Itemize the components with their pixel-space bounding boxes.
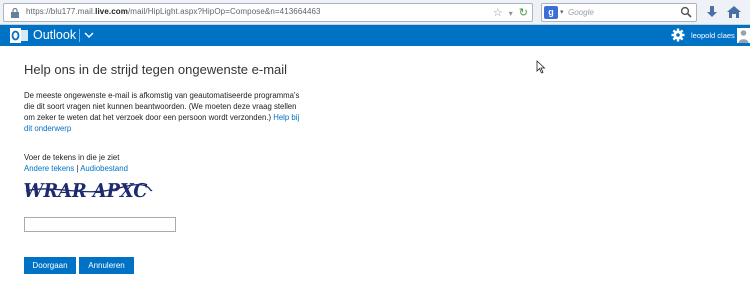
captcha-options: Andere tekens | Audiobestand [24, 164, 128, 173]
captcha-image: WRAR APXC [24, 179, 153, 202]
header-divider [79, 29, 80, 42]
intro-text: De meeste ongewenste e-mail is afkomstig… [24, 90, 304, 134]
url-text: https://blu177.mail.live.com/mail/HipLig… [26, 7, 321, 16]
google-icon[interactable]: g [544, 6, 558, 19]
avatar[interactable] [737, 28, 750, 43]
search-placeholder: Google [568, 8, 594, 17]
lock-icon [11, 7, 19, 18]
search-icon[interactable] [680, 6, 692, 18]
captcha-input[interactable] [24, 217, 176, 232]
url-actions: ☆ ▾ ↻ [490, 6, 528, 19]
outlook-header: Outlook leopold claes [0, 25, 750, 46]
download-icon[interactable] [704, 4, 720, 20]
other-characters-link[interactable]: Andere tekens [24, 164, 74, 173]
intro-body: De meeste ongewenste e-mail is afkomstig… [24, 91, 300, 122]
bookmark-star-icon[interactable]: ☆ [493, 7, 503, 19]
captcha-prompt: Voer de tekens in die je ziet [24, 153, 120, 162]
url-domain: live.com [95, 7, 128, 16]
address-bar[interactable]: https://blu177.mail.live.com/mail/HipLig… [3, 3, 533, 22]
search-bar[interactable]: g ▾ Google [541, 3, 697, 22]
chevron-down-icon[interactable] [84, 31, 94, 39]
captcha-text: WRAR APXC [24, 179, 149, 202]
browser-toolbar: https://blu177.mail.live.com/mail/HipLig… [0, 0, 750, 25]
outlook-logo-icon[interactable] [10, 28, 28, 43]
audio-link[interactable]: Audiobestand [80, 164, 128, 173]
cancel-button[interactable]: Annuleren [79, 257, 134, 274]
page-title: Help ons in de strijd tegen ongewenste e… [24, 62, 288, 77]
home-icon[interactable] [726, 4, 742, 20]
url-prefix: https://blu177.mail. [26, 7, 96, 16]
app-title[interactable]: Outlook [33, 28, 76, 42]
url-path: /mail/HipLight.aspx?HipOp=Compose&n=4136… [127, 7, 321, 16]
continue-button[interactable]: Doorgaan [24, 257, 76, 274]
engine-dropdown-icon[interactable]: ▾ [560, 8, 564, 16]
dropdown-arrow-icon[interactable]: ▾ [509, 9, 513, 18]
option-separator: | [76, 164, 79, 173]
gear-icon[interactable] [671, 28, 685, 42]
user-name[interactable]: leopold claes [691, 31, 735, 40]
mouse-cursor-icon [536, 60, 546, 74]
reload-icon[interactable]: ↻ [519, 7, 528, 19]
